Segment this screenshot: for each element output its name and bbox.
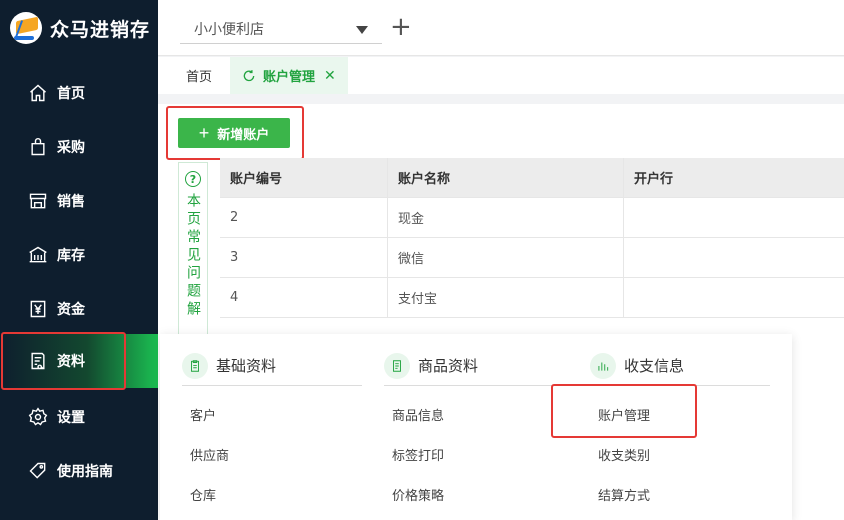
close-icon[interactable]: ✕ — [324, 68, 336, 84]
table-cell: 现金 — [388, 198, 624, 237]
menu-item-settlement-method[interactable]: 结算方式 — [590, 474, 770, 514]
store-select[interactable]: 小小便利店 — [180, 14, 382, 44]
menu-column-header: 基础资料 — [182, 352, 362, 386]
column-header[interactable]: 账户名称 — [388, 158, 624, 197]
store-select-value: 小小便利店 — [194, 21, 264, 38]
sidebar-item-guide[interactable]: 使用指南 — [0, 444, 158, 498]
tab-bar: 首页 账户管理 ✕ — [158, 57, 844, 94]
sidebar-item-inventory[interactable]: 库存 — [0, 228, 158, 282]
warehouse-icon — [29, 246, 47, 263]
highlight-box-data — [1, 332, 126, 390]
sidebar-item-funds[interactable]: 资金 — [0, 282, 158, 336]
menu-item-price-strategy[interactable]: 价格策略 — [384, 474, 564, 514]
bag-icon — [31, 137, 45, 156]
column-header[interactable]: 账户编号 — [220, 158, 388, 197]
tab-home-label: 首页 — [186, 70, 213, 85]
sidebar-item-label: 设置 — [57, 410, 85, 426]
table-cell — [624, 278, 844, 317]
sidebar-item-label: 使用指南 — [57, 464, 113, 480]
sidebar: 众马进销存 首页 采购 销售 库存 资金 资料 设置 使用指南 — [0, 0, 158, 520]
home-icon — [30, 84, 46, 102]
menu-column-header: 收支信息 — [590, 352, 770, 386]
menu-item-customer[interactable]: 客户 — [182, 394, 362, 434]
caret-down-icon — [356, 26, 368, 34]
tab-home[interactable]: 首页 — [186, 57, 212, 94]
add-account-label: 新增账户 — [217, 126, 270, 142]
menu-column-title: 商品资料 — [418, 357, 479, 375]
sidebar-item-settings[interactable]: 设置 — [0, 390, 158, 444]
sidebar-item-label: 首页 — [57, 86, 85, 102]
logo: 众马进销存 — [0, 0, 158, 56]
column-header[interactable]: 开户行 — [624, 158, 844, 197]
table-cell — [624, 238, 844, 277]
highlight-box-account — [551, 384, 697, 438]
top-bar: 小小便利店 + — [158, 0, 844, 56]
table-row[interactable]: 2 现金 — [220, 198, 844, 238]
menu-column-title: 收支信息 — [624, 357, 685, 375]
sidebar-item-home[interactable]: 首页 — [0, 66, 158, 120]
sidebar-item-purchase[interactable]: 采购 — [0, 120, 158, 174]
accounts-table: 账户编号 账户名称 开户行 2 现金 3 微信 4 支付宝 — [220, 158, 844, 318]
store-icon — [29, 193, 47, 209]
menu-item-supplier[interactable]: 供应商 — [182, 434, 362, 474]
menu-item-product-info[interactable]: 商品信息 — [384, 394, 564, 434]
app-name: 众马进销存 — [50, 18, 151, 41]
menu-item-income-expense-category[interactable]: 收支类别 — [590, 434, 770, 474]
plus-icon: + — [198, 122, 210, 143]
clipboard-icon — [182, 352, 208, 379]
table-cell — [624, 198, 844, 237]
add-account-button[interactable]: + 新增账户 — [178, 118, 290, 148]
table-row[interactable]: 4 支付宝 — [220, 278, 844, 318]
table-cell: 3 — [220, 238, 388, 277]
yen-icon — [30, 300, 46, 318]
refresh-icon[interactable] — [242, 69, 256, 83]
menu-item-label-print[interactable]: 标签打印 — [384, 434, 564, 474]
menu-column-title: 基础资料 — [216, 357, 277, 375]
menu-column-header: 商品资料 — [384, 352, 564, 386]
sidebar-item-label: 采购 — [57, 140, 85, 156]
menu-column-product: 商品资料 商品信息 标签打印 价格策略 — [384, 352, 564, 514]
sidebar-item-label: 库存 — [57, 248, 85, 264]
table-header: 账户编号 账户名称 开户行 — [220, 158, 844, 198]
data-mega-menu: 基础资料 客户 供应商 仓库 商品资料 商品信息 标签打印 价格策略 收支信息 — [160, 334, 792, 520]
sidebar-item-label: 销售 — [57, 194, 85, 210]
logo-mark-icon — [10, 12, 42, 44]
menu-item-warehouse[interactable]: 仓库 — [182, 474, 362, 514]
sidebar-item-sales[interactable]: 销售 — [0, 174, 158, 228]
sidebar-item-label: 资金 — [57, 302, 85, 318]
table-cell: 2 — [220, 198, 388, 237]
tab-account-management[interactable]: 账户管理 ✕ — [230, 57, 348, 94]
table-row[interactable]: 3 微信 — [220, 238, 844, 278]
gear-icon — [28, 407, 48, 426]
faq-label: 本页常见问题解 — [185, 193, 201, 319]
menu-column-basic: 基础资料 客户 供应商 仓库 — [182, 352, 362, 514]
tab-active-label: 账户管理 — [263, 70, 316, 85]
add-store-button[interactable]: + — [390, 13, 412, 41]
bar-chart-icon — [590, 352, 616, 379]
faq-panel[interactable]: ? 本页常见问题解 — [178, 162, 208, 342]
tag-icon — [29, 462, 46, 479]
list-icon — [384, 352, 410, 379]
table-cell: 4 — [220, 278, 388, 317]
table-cell: 支付宝 — [388, 278, 624, 317]
question-icon: ? — [185, 171, 201, 187]
table-cell: 微信 — [388, 238, 624, 277]
